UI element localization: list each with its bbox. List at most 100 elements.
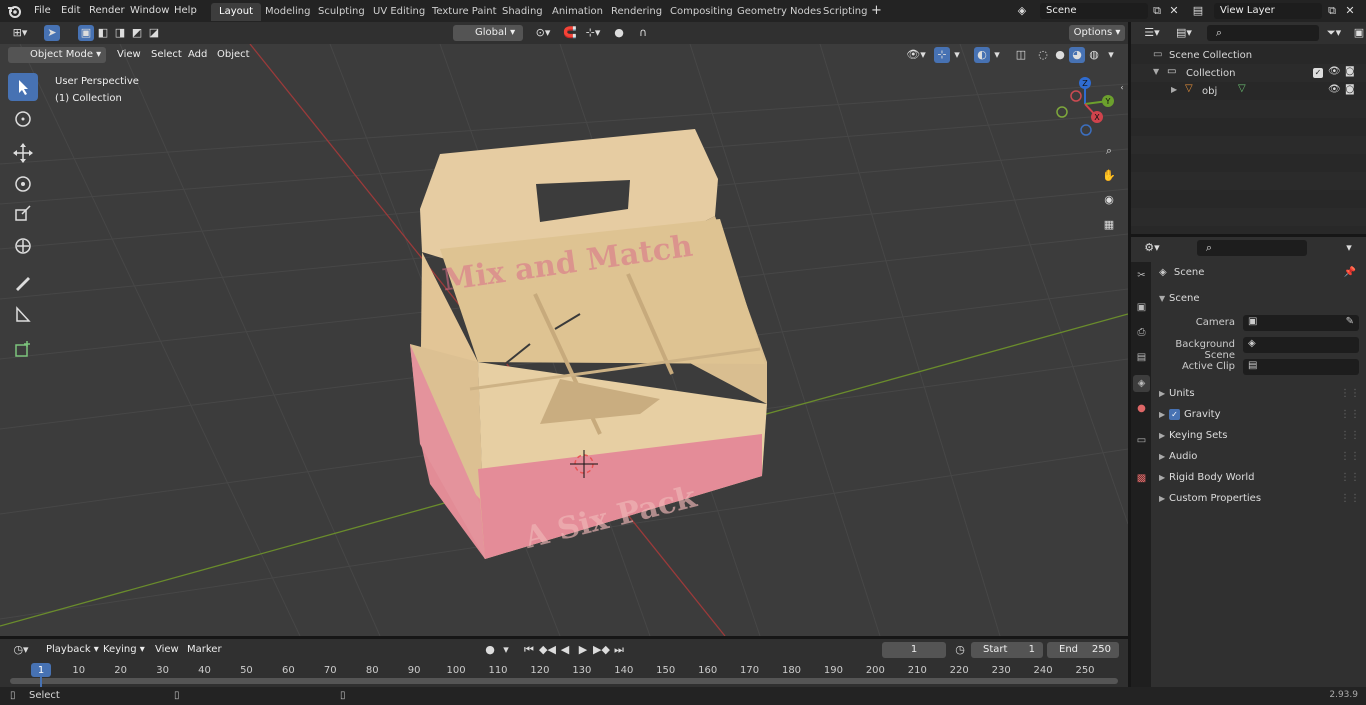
pan-hand-icon[interactable]: ✋ <box>1100 168 1118 186</box>
menu-help[interactable]: Help <box>171 3 200 19</box>
end-frame-field[interactable]: End 250 <box>1047 642 1119 658</box>
jump-end-icon[interactable]: ⏭ <box>611 642 627 658</box>
workspace-tab-sculpting[interactable]: Sculpting <box>310 3 373 21</box>
outliner-row-obj[interactable]: ▶ ▽ obj ▽ 👁 ◙ <box>1131 82 1366 100</box>
mesh-data-icon[interactable]: ▽ <box>1238 83 1246 94</box>
jump-start-icon[interactable]: ⏮ <box>521 642 537 658</box>
transform-tool[interactable] <box>8 232 38 260</box>
menu-file[interactable]: File <box>31 3 54 19</box>
property-field-active-clip[interactable]: ▤ <box>1243 359 1359 375</box>
camera-view-icon[interactable]: ◉ <box>1100 192 1118 210</box>
visibility-filter-icon[interactable]: 👁▾ <box>904 47 928 63</box>
select-invert-mode-icon[interactable]: ◩ <box>129 25 145 41</box>
transform-orientation-dropdown[interactable]: Global ▾ <box>453 25 523 41</box>
properties-options-icon[interactable]: ▾ <box>1341 240 1357 256</box>
sidebar-toggle-icon[interactable]: ‹ <box>1116 80 1128 94</box>
select-box-tool[interactable] <box>8 73 38 101</box>
play-reverse-icon[interactable]: ◀ <box>557 642 573 658</box>
drag-grip-icon[interactable]: ⋮⋮ <box>1340 488 1360 509</box>
next-keyframe-icon[interactable]: ▶◆ <box>593 642 610 658</box>
timeline-menu-marker[interactable]: Marker <box>182 642 227 658</box>
delete-scene-icon[interactable]: ✕ <box>1166 3 1182 19</box>
blender-logo-icon[interactable] <box>6 3 22 19</box>
select-intersect-mode-icon[interactable]: ◪ <box>146 25 162 41</box>
measure-tool[interactable] <box>8 300 38 328</box>
start-frame-field[interactable]: Start 1 <box>971 642 1043 658</box>
auto-keying-icon[interactable]: ● <box>482 642 498 658</box>
viewport-menu-add[interactable]: Add <box>183 47 212 63</box>
select-new-mode-icon[interactable]: ▣ <box>78 25 94 41</box>
snap-target-icon[interactable]: ⊹▾ <box>580 25 606 41</box>
gravity-checkbox[interactable]: ✓ <box>1169 408 1180 420</box>
property-field-background-scene[interactable]: ◈ <box>1243 337 1359 353</box>
collection-render-camera-icon[interactable]: ◙ <box>1345 66 1355 77</box>
editor-type-icon[interactable]: ⊞▾ <box>8 25 32 41</box>
obj-render-camera-icon[interactable]: ◙ <box>1345 84 1355 95</box>
play-icon[interactable]: ▶ <box>575 642 591 658</box>
shading-wireframe-icon[interactable]: ◌ <box>1035 47 1051 63</box>
tool-tab-icon[interactable]: ✂ <box>1133 267 1150 284</box>
timeline-menu-view[interactable]: View <box>150 642 184 658</box>
obj-expand-icon[interactable]: ▶ <box>1171 85 1177 94</box>
timeline-scrollbar[interactable] <box>10 678 1118 684</box>
workspace-tab-scripting[interactable]: Scripting <box>815 3 875 21</box>
shading-dropdown-icon[interactable]: ▾ <box>1104 47 1118 63</box>
timeline-editor[interactable]: ◷▾ Playback ▾ Keying ▾ View Marker ● ▾ ⏮ ◆◀… <box>0 639 1128 687</box>
outliner-row-scene-collection[interactable]: ▭ Scene Collection <box>1131 46 1366 64</box>
eyedropper-icon[interactable]: ✎ <box>1346 316 1354 327</box>
filter-icon[interactable]: ⏷▾ <box>1321 25 1347 41</box>
menu-edit[interactable]: Edit <box>58 3 83 19</box>
rotate-tool[interactable] <box>8 170 38 198</box>
panel-audio[interactable]: ▶ Audio ⋮⋮ <box>1153 446 1366 467</box>
new-scene-icon[interactable]: ⧉ <box>1149 3 1165 19</box>
drag-grip-icon[interactable]: ⋮⋮ <box>1340 425 1360 446</box>
snap-toggle-icon[interactable]: 🧲 <box>562 25 578 41</box>
gizmo-toggle-icon[interactable]: ⊹ <box>934 47 950 63</box>
annotate-tool[interactable] <box>8 269 38 297</box>
new-collection-icon[interactable]: ▣ <box>1351 25 1366 41</box>
zoom-icon[interactable]: ⌕ <box>1100 143 1118 161</box>
add-workspace-button[interactable]: + <box>868 3 885 19</box>
viewport-menu-view[interactable]: View <box>112 47 146 63</box>
workspace-tab-shading[interactable]: Shading <box>494 3 551 21</box>
add-cube-tool[interactable] <box>8 335 38 363</box>
prev-keyframe-icon[interactable]: ◆◀ <box>539 642 556 658</box>
panel-keying-sets[interactable]: ▶ Keying Sets ⋮⋮ <box>1153 425 1366 446</box>
timeline-menu-keying[interactable]: Keying ▾ <box>98 642 150 658</box>
view-layer-icon[interactable]: ▤ <box>1190 3 1206 19</box>
panel-rigid-body-world[interactable]: ▶ Rigid Body World ⋮⋮ <box>1153 467 1366 488</box>
workspace-tab-uv-editing[interactable]: UV Editing <box>365 3 433 21</box>
shading-material-icon[interactable]: ◕ <box>1069 47 1085 63</box>
new-view-layer-icon[interactable]: ⧉ <box>1324 3 1340 19</box>
current-frame-field[interactable]: 1 <box>882 642 946 658</box>
xray-toggle-icon[interactable]: ◫ <box>1013 47 1029 63</box>
menu-render[interactable]: Render <box>86 3 128 19</box>
panel-units[interactable]: ▶ Units ⋮⋮ <box>1153 383 1366 404</box>
outliner-row-collection[interactable]: ▼ ▭ Collection ✓ 👁 ◙ <box>1131 64 1366 82</box>
viewport-menu-select[interactable]: Select <box>146 47 187 63</box>
select-subtract-mode-icon[interactable]: ◨ <box>112 25 128 41</box>
drag-grip-icon[interactable]: ⋮⋮ <box>1340 467 1360 488</box>
workspace-tab-texture-paint[interactable]: Texture Paint <box>424 3 505 21</box>
workspace-tab-layout[interactable]: Layout <box>211 3 261 21</box>
delete-view-layer-icon[interactable]: ✕ <box>1342 3 1358 19</box>
properties-editor-type-icon[interactable]: ⚙▾ <box>1139 240 1165 256</box>
collection-expand-icon[interactable]: ▼ <box>1153 67 1159 76</box>
navigation-gizmo[interactable]: Z Y X <box>1050 74 1126 140</box>
collection-tab-icon[interactable]: ▭ <box>1133 432 1150 449</box>
preview-range-icon[interactable]: ◷ <box>952 642 968 658</box>
orthographic-toggle-icon[interactable]: ▦ <box>1100 217 1118 235</box>
gizmo-dropdown-icon[interactable]: ▾ <box>951 47 963 63</box>
shading-solid-icon[interactable]: ● <box>1052 47 1068 63</box>
overlay-toggle-icon[interactable]: ◐ <box>974 47 990 63</box>
timeline-menu-playback[interactable]: Playback ▾ <box>41 642 104 658</box>
options-dropdown[interactable]: Options ▾ <box>1069 25 1125 41</box>
scene-tab-icon[interactable]: ◈ <box>1133 375 1150 392</box>
move-tool[interactable] <box>8 139 38 167</box>
collection-exclude-checkbox[interactable]: ✓ <box>1313 68 1323 78</box>
shading-rendered-icon[interactable]: ◍ <box>1086 47 1102 63</box>
object-mode-dropdown[interactable]: Object Mode ▾ <box>8 47 106 63</box>
timeline-editor-type-icon[interactable]: ◷▾ <box>8 642 34 658</box>
cursor-tool[interactable] <box>8 105 38 133</box>
keying-dropdown-icon[interactable]: ▾ <box>499 642 513 658</box>
